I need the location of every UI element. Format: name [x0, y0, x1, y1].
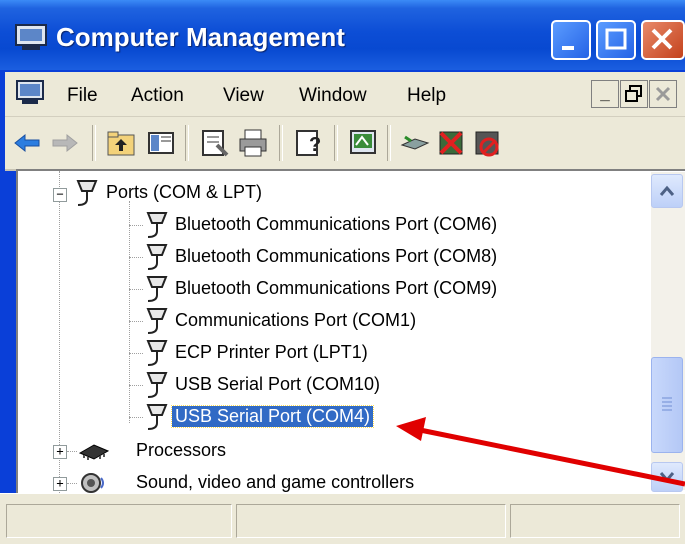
tree-node-label: ECP Printer Port (LPT1) — [175, 342, 368, 362]
port-icon — [146, 276, 168, 302]
tree-node-port[interactable]: Bluetooth Communications Port (COM8) — [18, 241, 648, 273]
chevron-up-icon — [659, 185, 675, 196]
tree-line — [129, 353, 143, 354]
maximize-button[interactable] — [596, 20, 636, 60]
port-icon — [146, 340, 168, 366]
tree-line — [129, 257, 143, 258]
vertical-scrollbar[interactable] — [651, 172, 685, 492]
tree-node-label: Bluetooth Communications Port (COM8) — [175, 246, 498, 266]
status-bar — [0, 493, 685, 544]
port-icon — [146, 308, 168, 334]
update-driver-icon[interactable] — [399, 127, 431, 159]
tree-node-ports[interactable]: − Ports (COM & LPT) — [18, 177, 648, 209]
tree-node-port[interactable]: USB Serial Port (COM10) — [18, 369, 648, 401]
tree-node-label: USB Serial Port (COM4) — [170, 405, 375, 428]
toolbar: ? — [5, 117, 685, 171]
computer-management-icon — [16, 80, 44, 104]
expand-toggle[interactable]: + — [53, 445, 67, 459]
tree-node-port[interactable]: Bluetooth Communications Port (COM9) — [18, 273, 648, 305]
disable-icon[interactable] — [471, 127, 503, 159]
scroll-down-button[interactable] — [651, 462, 683, 492]
port-icon — [76, 180, 98, 206]
maximize-icon — [605, 28, 627, 50]
show-hide-tree-icon[interactable] — [145, 127, 177, 159]
scan-hardware-icon[interactable] — [347, 127, 379, 159]
speaker-icon — [81, 473, 104, 493]
expand-toggle[interactable]: + — [53, 477, 67, 491]
toolbar-separator — [185, 125, 189, 161]
computer-management-window: Computer Management File Action View Win… — [0, 0, 685, 544]
collapse-toggle[interactable]: − — [53, 188, 67, 202]
svg-text:?: ? — [309, 134, 321, 156]
title-bar[interactable]: Computer Management — [0, 0, 685, 70]
port-icon — [146, 404, 168, 430]
print-icon[interactable] — [237, 127, 269, 159]
menu-help[interactable]: Help — [407, 85, 446, 107]
tree-node-processors[interactable]: + Processors — [18, 435, 648, 467]
child-minimize-button[interactable]: _ — [591, 80, 619, 108]
tree-node-label: Bluetooth Communications Port (COM6) — [175, 214, 498, 234]
minimize-button[interactable] — [551, 20, 591, 60]
status-pane — [510, 504, 680, 538]
toolbar-separator — [92, 125, 96, 161]
menu-action[interactable]: Action — [131, 85, 184, 107]
tree-line — [129, 289, 143, 290]
help-icon[interactable]: ? — [293, 127, 325, 159]
restore-icon — [625, 85, 642, 102]
processor-icon — [78, 444, 110, 460]
tree-line — [67, 451, 77, 452]
window-title: Computer Management — [56, 22, 345, 52]
toolbar-separator — [387, 125, 391, 161]
toolbar-separator — [279, 125, 283, 161]
chevron-down-icon — [659, 472, 675, 483]
tree-node-label: Sound, video and game controllers — [136, 472, 415, 492]
tree-line — [129, 385, 143, 386]
tree-node-sound[interactable]: + Sound, video and game controllers — [18, 467, 648, 495]
tree-line — [129, 321, 143, 322]
status-pane — [6, 504, 232, 538]
menu-view[interactable]: View — [223, 85, 264, 107]
tree-node-port-selected[interactable]: USB Serial Port (COM4) — [18, 401, 648, 433]
computer-management-icon — [15, 24, 47, 50]
close-icon — [655, 86, 671, 102]
status-pane — [236, 504, 506, 538]
tree-line — [129, 225, 143, 226]
properties-icon[interactable] — [199, 127, 231, 159]
tree-node-label: Communications Port (COM1) — [175, 310, 417, 330]
port-icon — [146, 244, 168, 270]
tree-node-port[interactable]: ECP Printer Port (LPT1) — [18, 337, 648, 369]
tree-node-port[interactable]: Communications Port (COM1) — [18, 305, 648, 337]
menu-bar: File Action View Window Help _ — [5, 72, 685, 117]
port-icon — [146, 372, 168, 398]
close-button[interactable] — [641, 20, 685, 60]
tree-line — [67, 483, 77, 484]
tree-node-label: Processors — [136, 440, 227, 460]
device-tree[interactable]: − Ports (COM & LPT) Bluetooth Communicat… — [16, 169, 685, 495]
menu-file[interactable]: File — [67, 85, 98, 107]
close-icon — [651, 28, 673, 50]
scroll-thumb[interactable] — [651, 357, 683, 453]
menu-window[interactable]: Window — [299, 85, 367, 107]
toolbar-separator — [334, 125, 338, 161]
up-folder-icon[interactable] — [105, 127, 137, 159]
tree-line — [129, 417, 143, 418]
tree-node-label: Bluetooth Communications Port (COM9) — [175, 278, 498, 298]
back-icon[interactable] — [11, 127, 43, 159]
child-close-button[interactable] — [649, 80, 677, 108]
port-icon — [146, 212, 168, 238]
tree-node-port[interactable]: Bluetooth Communications Port (COM6) — [18, 209, 648, 241]
scroll-up-button[interactable] — [651, 174, 683, 208]
tree-node-label: USB Serial Port (COM10) — [175, 374, 381, 394]
grip-icon — [662, 397, 672, 411]
minimize-icon — [562, 46, 574, 50]
tree-node-label: Ports (COM & LPT) — [106, 182, 263, 202]
child-restore-button[interactable] — [620, 80, 648, 108]
forward-icon[interactable] — [49, 127, 81, 159]
uninstall-icon[interactable] — [435, 127, 467, 159]
